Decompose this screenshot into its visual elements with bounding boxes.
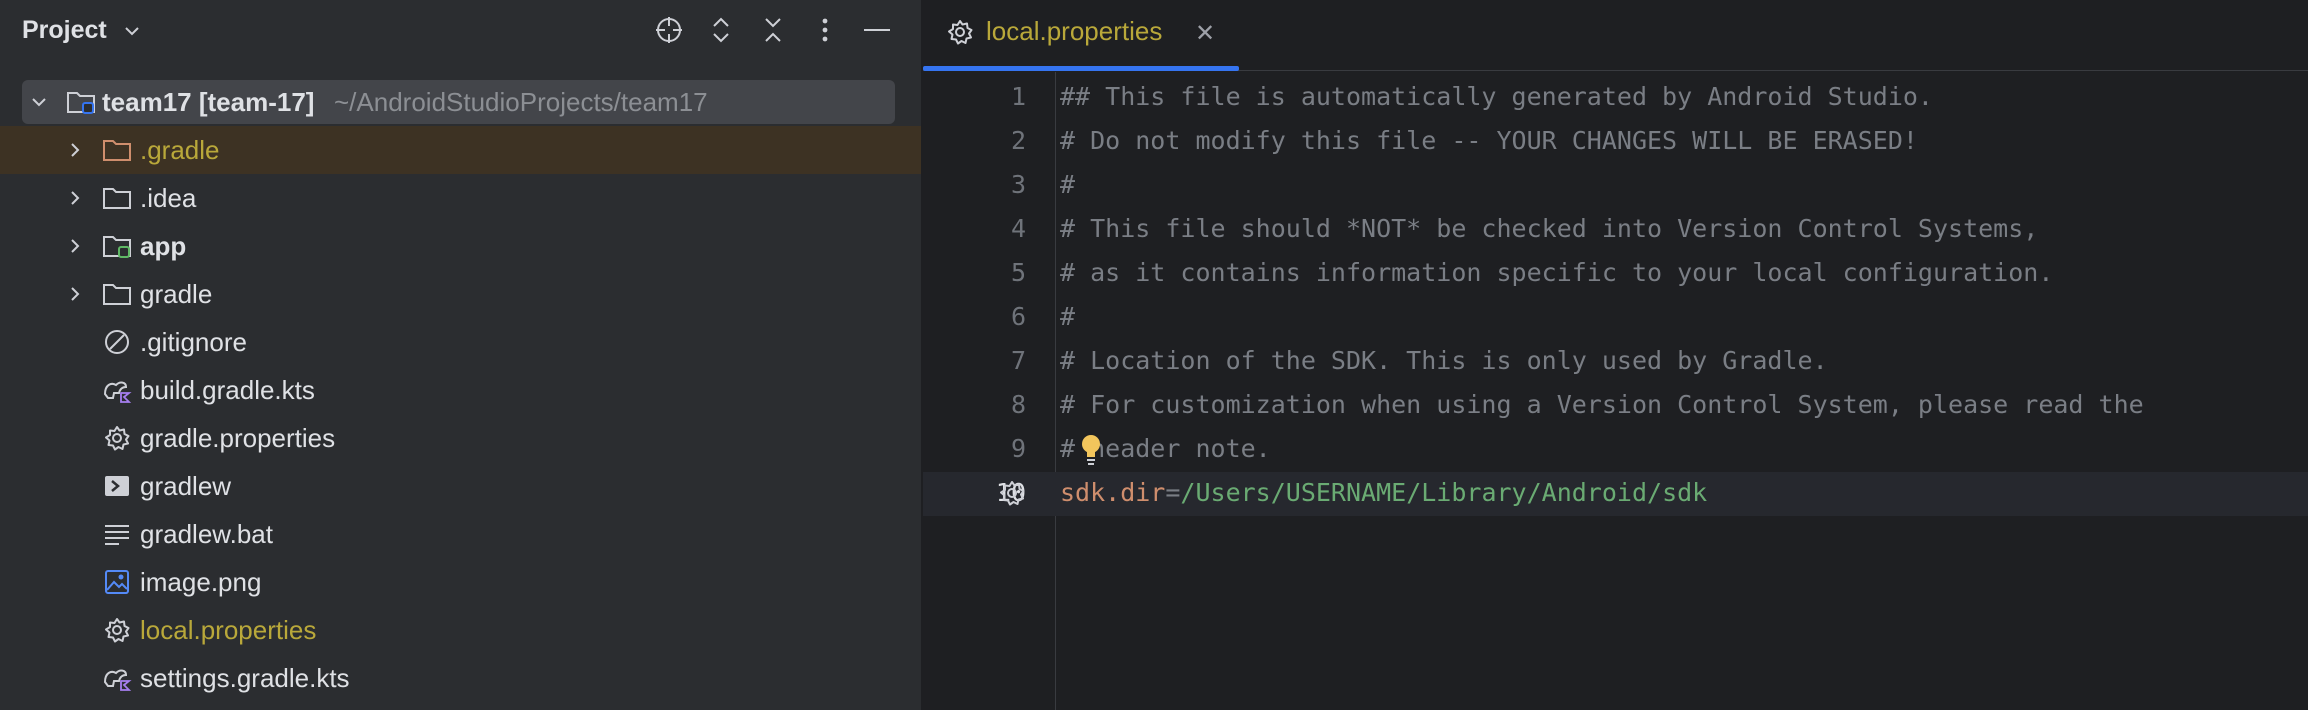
code-line: 4 # This file should *NOT* be checked in… bbox=[923, 208, 2308, 252]
collapse-all-icon[interactable] bbox=[755, 12, 791, 48]
code-text: # bbox=[1060, 170, 1076, 199]
tree-item-label: .idea bbox=[140, 183, 197, 213]
property-equals: = bbox=[1165, 478, 1181, 507]
tree-item-label: app bbox=[140, 231, 187, 261]
gear-icon bbox=[948, 20, 973, 45]
module-folder-icon bbox=[67, 92, 95, 114]
code-text: # as it contains information specific to… bbox=[1060, 258, 2054, 287]
folder-icon bbox=[103, 284, 131, 305]
gradle-kotlin-icon bbox=[103, 669, 132, 691]
tree-item-label: gradle bbox=[140, 279, 213, 309]
chevron-right-icon[interactable] bbox=[66, 189, 84, 207]
line-number: 8 bbox=[1010, 390, 1026, 419]
gear-icon bbox=[105, 618, 130, 643]
line-number: 7 bbox=[1010, 346, 1026, 375]
tree-item-app[interactable]: app bbox=[0, 222, 921, 270]
line-number: 2 bbox=[1010, 126, 1026, 155]
code-text: # Location of the SDK. This is only used… bbox=[1060, 346, 1828, 375]
project-panel-header: Project bbox=[0, 0, 921, 60]
chevron-right-icon[interactable] bbox=[66, 141, 84, 159]
tree-item-image-png[interactable]: image.png bbox=[0, 558, 921, 606]
image-file-icon bbox=[105, 570, 129, 594]
code-text: sdk.dir=/Users/USERNAME/Library/Android/… bbox=[1060, 478, 1707, 507]
code-text: # bbox=[1060, 302, 1076, 331]
tree-item-gradle-dir[interactable]: .gradle bbox=[0, 126, 921, 174]
project-panel: Project team17 [team-17] ~/AndroidStudio… bbox=[0, 0, 921, 710]
editor-tab-bar: local.properties ✕ bbox=[923, 0, 2308, 71]
tree-item-label: .gradle bbox=[140, 135, 220, 165]
code-line-current: 10 sdk.dir=/Users/USERNAME/Library/Andro… bbox=[923, 472, 2308, 516]
code-line: 5 # as it contains information specific … bbox=[923, 252, 2308, 296]
gear-icon bbox=[105, 426, 130, 451]
tree-item-build-gradle-kts[interactable]: build.gradle.kts bbox=[0, 366, 921, 414]
tree-item-gradle-properties[interactable]: gradle.properties bbox=[0, 414, 921, 462]
line-number: 1 bbox=[1010, 82, 1026, 111]
tree-item-label: settings.gradle.kts bbox=[140, 663, 350, 693]
gradle-kotlin-icon bbox=[103, 381, 132, 403]
code-line: 2 # Do not modify this file -- YOUR CHAN… bbox=[923, 120, 2308, 164]
code-text: ## This file is automatically generated … bbox=[1060, 82, 1933, 111]
project-root-name: team17 [team-17] bbox=[102, 87, 315, 117]
line-number: 9 bbox=[1010, 434, 1026, 463]
tab-label: local.properties bbox=[986, 16, 1163, 46]
more-icon[interactable] bbox=[807, 12, 843, 48]
code-text: # This file should *NOT* be checked into… bbox=[1060, 214, 2039, 243]
chevron-down-icon[interactable] bbox=[30, 93, 48, 111]
text-file-icon bbox=[105, 525, 129, 545]
project-root-path: ~/AndroidStudioProjects/team17 bbox=[334, 87, 708, 117]
gear-icon[interactable] bbox=[997, 478, 1027, 508]
code-line: 6 # bbox=[923, 296, 2308, 340]
tree-item-local-properties[interactable]: local.properties bbox=[0, 606, 921, 654]
line-number: 6 bbox=[1010, 302, 1026, 331]
tree-item-gradlew-bat[interactable]: gradlew.bat bbox=[0, 510, 921, 558]
tree-item-label: build.gradle.kts bbox=[140, 375, 315, 405]
line-number: 4 bbox=[1010, 214, 1026, 243]
expand-all-icon[interactable] bbox=[703, 12, 739, 48]
folder-icon bbox=[103, 140, 131, 161]
code-text: # Do not modify this file -- YOUR CHANGE… bbox=[1060, 126, 1918, 155]
line-number: 5 bbox=[1010, 258, 1026, 287]
tree-item-label: gradle.properties bbox=[140, 423, 336, 453]
property-value: /Users/USERNAME/Library/Android/sdk bbox=[1180, 478, 1708, 507]
active-tab-indicator bbox=[923, 66, 1239, 71]
android-module-folder-icon bbox=[103, 236, 131, 258]
tree-root-team17[interactable]: team17 [team-17] ~/AndroidStudioProjects… bbox=[0, 78, 921, 126]
locate-icon[interactable] bbox=[651, 12, 687, 48]
tree-item-gitignore[interactable]: .gitignore bbox=[0, 318, 921, 366]
tree-item-label: local.properties bbox=[140, 615, 317, 645]
script-file-icon bbox=[105, 476, 129, 496]
tree-item-settings-gradle-kts[interactable]: settings.gradle.kts bbox=[0, 654, 921, 702]
close-icon[interactable]: ✕ bbox=[1195, 19, 1215, 48]
hide-icon[interactable] bbox=[859, 12, 895, 48]
chevron-right-icon[interactable] bbox=[66, 237, 84, 255]
code-line: 3 # bbox=[923, 164, 2308, 208]
code-line: 9 # header note. bbox=[923, 428, 2308, 472]
tree-item-gradle[interactable]: gradle bbox=[0, 270, 921, 318]
tree-item-label: .gitignore bbox=[140, 327, 247, 357]
editor: local.properties ✕ 1 ## This file is aut… bbox=[923, 0, 2308, 710]
ignore-file-icon bbox=[105, 330, 129, 354]
panel-title[interactable]: Project bbox=[22, 16, 107, 45]
tab-local-properties[interactable]: local.properties ✕ bbox=[923, 0, 1239, 71]
tree-item-label: gradlew.bat bbox=[140, 519, 273, 549]
chevron-down-icon[interactable] bbox=[124, 24, 140, 42]
code-line: 8 # For customization when using a Versi… bbox=[923, 384, 2308, 428]
tree-item-label: gradlew bbox=[140, 471, 232, 501]
lightbulb-icon[interactable] bbox=[1076, 431, 1106, 467]
line-number: 3 bbox=[1010, 170, 1026, 199]
code-line: 7 # Location of the SDK. This is only us… bbox=[923, 340, 2308, 384]
tree-item-idea[interactable]: .idea bbox=[0, 174, 921, 222]
code-line: 1 ## This file is automatically generate… bbox=[923, 76, 2308, 120]
tree-item-label: image.png bbox=[140, 567, 262, 597]
tree-item-gradlew[interactable]: gradlew bbox=[0, 462, 921, 510]
property-key: sdk.dir bbox=[1060, 478, 1166, 507]
chevron-right-icon[interactable] bbox=[66, 285, 84, 303]
folder-icon bbox=[103, 188, 131, 209]
code-text: # For customization when using a Version… bbox=[1060, 390, 2144, 419]
